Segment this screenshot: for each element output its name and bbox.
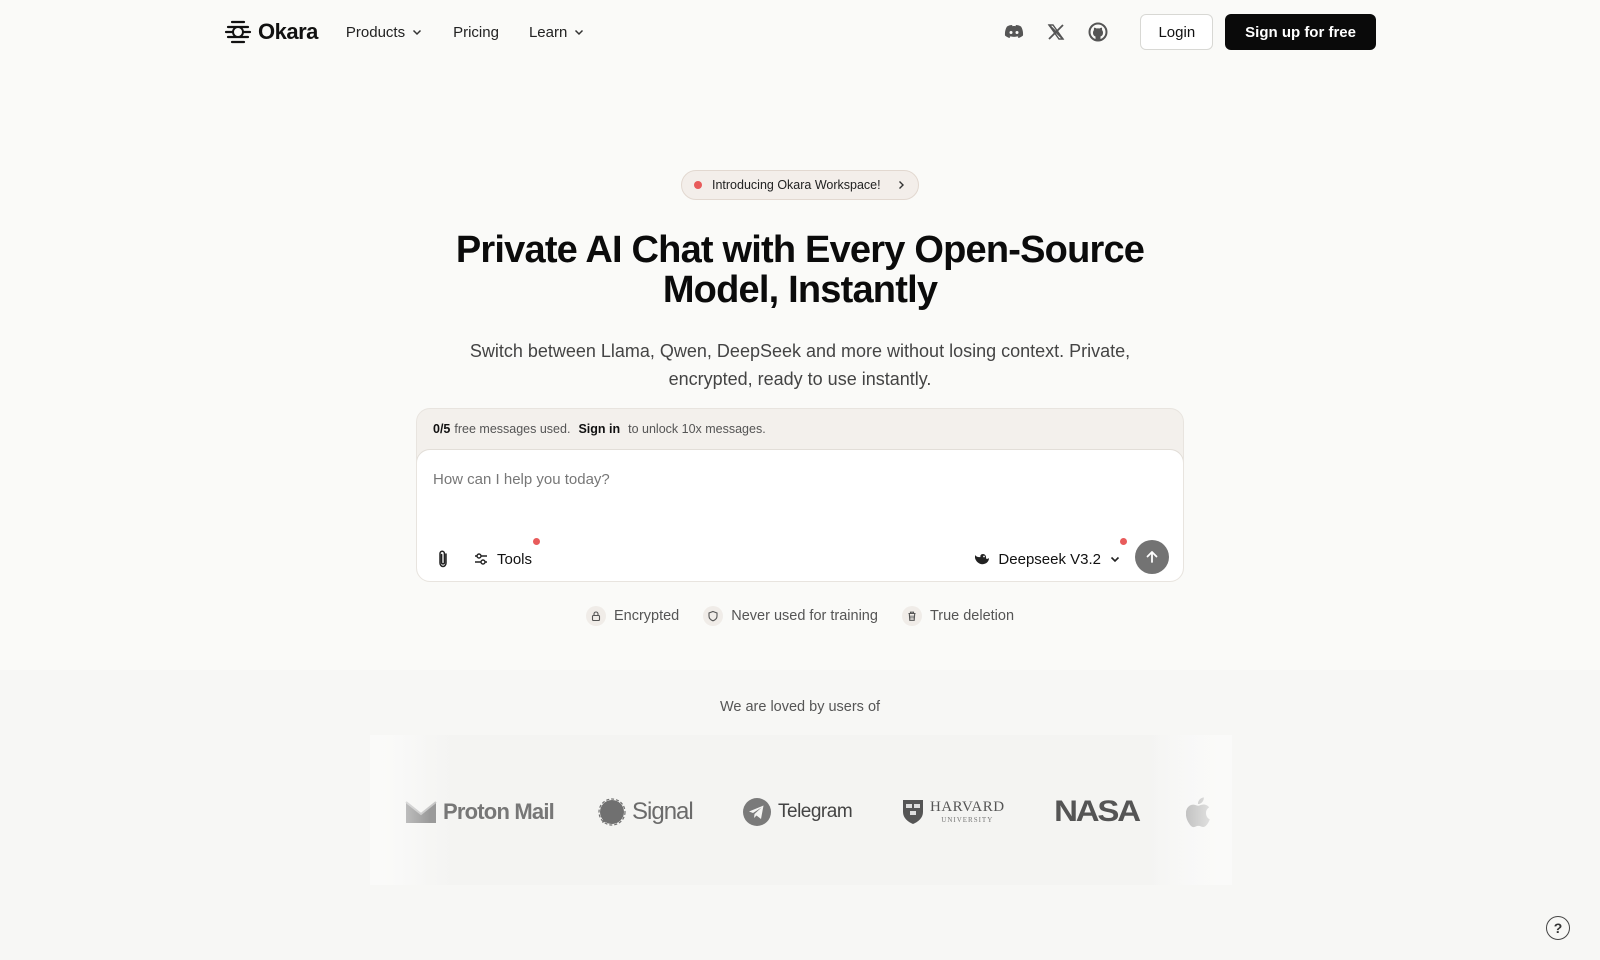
signup-button[interactable]: Sign up for free <box>1225 14 1376 50</box>
unlock-text: to unlock 10x messages. <box>628 422 766 436</box>
deepseek-whale-icon <box>975 554 990 565</box>
tools-button[interactable]: Tools <box>473 547 532 571</box>
nasa-text: NASA <box>1054 795 1141 828</box>
feature-deletion-label: True deletion <box>929 608 1015 624</box>
status-dot <box>694 181 702 189</box>
signal-icon <box>598 798 626 826</box>
shield-icon <box>703 606 724 626</box>
hero-subtitle-line2: encrypted, ready to use instantly. <box>668 369 932 389</box>
github-icon[interactable] <box>1086 20 1110 44</box>
lock-icon <box>585 606 606 626</box>
brand-name: Okara <box>258 19 318 44</box>
send-button[interactable] <box>1135 540 1169 574</box>
carousel-fade-left <box>370 735 430 885</box>
feature-encrypted-label: Encrypted <box>613 608 680 624</box>
announcement-pill[interactable]: Introducing Okara Workspace! <box>681 170 919 200</box>
signal-text: Signal <box>632 798 694 825</box>
usage-text: free messages used. <box>454 422 571 436</box>
hero-title-line1: Private AI Chat with Every Open-Source <box>455 229 1145 271</box>
chevron-down-icon <box>575 29 584 36</box>
harvard-text: HARVARD <box>930 799 1005 815</box>
harvard-shield-icon <box>903 800 923 824</box>
login-button[interactable]: Login <box>1140 14 1214 50</box>
tools-label: Tools <box>497 550 533 568</box>
loved-by-heading: We are loved by users of <box>719 699 881 715</box>
discord-icon[interactable] <box>1002 20 1026 44</box>
nav-pricing[interactable]: Pricing <box>453 24 499 41</box>
chat-composer: Tools Deepseek V3.2 <box>417 449 1183 581</box>
nav-learn[interactable]: Learn <box>529 24 585 41</box>
announcement-text: Introducing Okara Workspace! <box>712 178 881 192</box>
attach-icon[interactable] <box>431 547 455 571</box>
nasa-logo: NASA <box>1054 795 1141 829</box>
feature-training: Never used for training <box>703 606 878 626</box>
sliders-icon <box>475 553 487 565</box>
usage-bar: 0/5 free messages used. Sign in to unloc… <box>417 409 1183 449</box>
feature-list: Encrypted Never used for training True d… <box>0 606 1600 626</box>
telegram-icon <box>743 798 771 826</box>
harvard-subtext: UNIVERSITY <box>941 816 994 824</box>
chat-box: 0/5 free messages used. Sign in to unloc… <box>416 408 1184 582</box>
telegram-logo: Telegram <box>742 795 853 829</box>
x-twitter-icon[interactable] <box>1044 20 1068 44</box>
carousel-fade-right <box>1152 735 1232 885</box>
model-label: Deepseek V3.2 <box>998 550 1101 568</box>
chevron-down-icon <box>1110 556 1120 563</box>
nav-products[interactable]: Products <box>346 24 423 41</box>
hero-title: Private AI Chat with Every Open-Source M… <box>400 230 1200 310</box>
harvard-logo: HARVARD UNIVERSITY <box>902 795 1005 829</box>
top-nav: Okara Products Pricing Learn Login Sign … <box>224 14 1376 50</box>
model-selector[interactable]: Deepseek V3.2 <box>974 547 1121 571</box>
signin-link[interactable]: Sign in <box>578 422 620 436</box>
okara-logo-icon <box>224 20 252 44</box>
tools-notification-dot <box>533 538 540 545</box>
nav-products-label: Products <box>345 23 406 41</box>
chevron-down-icon <box>413 29 422 36</box>
model-notification-dot <box>1120 538 1127 545</box>
nav-learn-label: Learn <box>528 23 568 41</box>
hero-subtitle: Switch between Llama, Qwen, DeepSeek and… <box>430 337 1170 393</box>
feature-encrypted: Encrypted <box>585 606 680 626</box>
brand-logo[interactable]: Okara <box>224 19 318 45</box>
chevron-right-icon <box>899 181 904 189</box>
hero-title-line2: Model, Instantly <box>662 269 938 311</box>
usage-count: 0/5 <box>433 422 451 436</box>
chat-input[interactable] <box>433 464 1153 494</box>
nav-pricing-label: Pricing <box>453 23 499 41</box>
hero-subtitle-line1: Switch between Llama, Qwen, DeepSeek and… <box>469 341 1131 361</box>
proton-mail-text: Proton Mail <box>443 799 555 824</box>
feature-training-label: Never used for training <box>731 608 878 624</box>
signal-logo: Signal <box>598 795 694 829</box>
logo-carousel: Proton Mail Signal Telegram HARVARD UNIV… <box>370 735 1232 885</box>
feature-deletion: True deletion <box>901 606 1015 626</box>
help-icon[interactable]: ? <box>1546 916 1570 940</box>
arrow-up-icon <box>1146 551 1158 563</box>
trash-icon <box>901 606 922 626</box>
telegram-text: Telegram <box>778 801 853 822</box>
